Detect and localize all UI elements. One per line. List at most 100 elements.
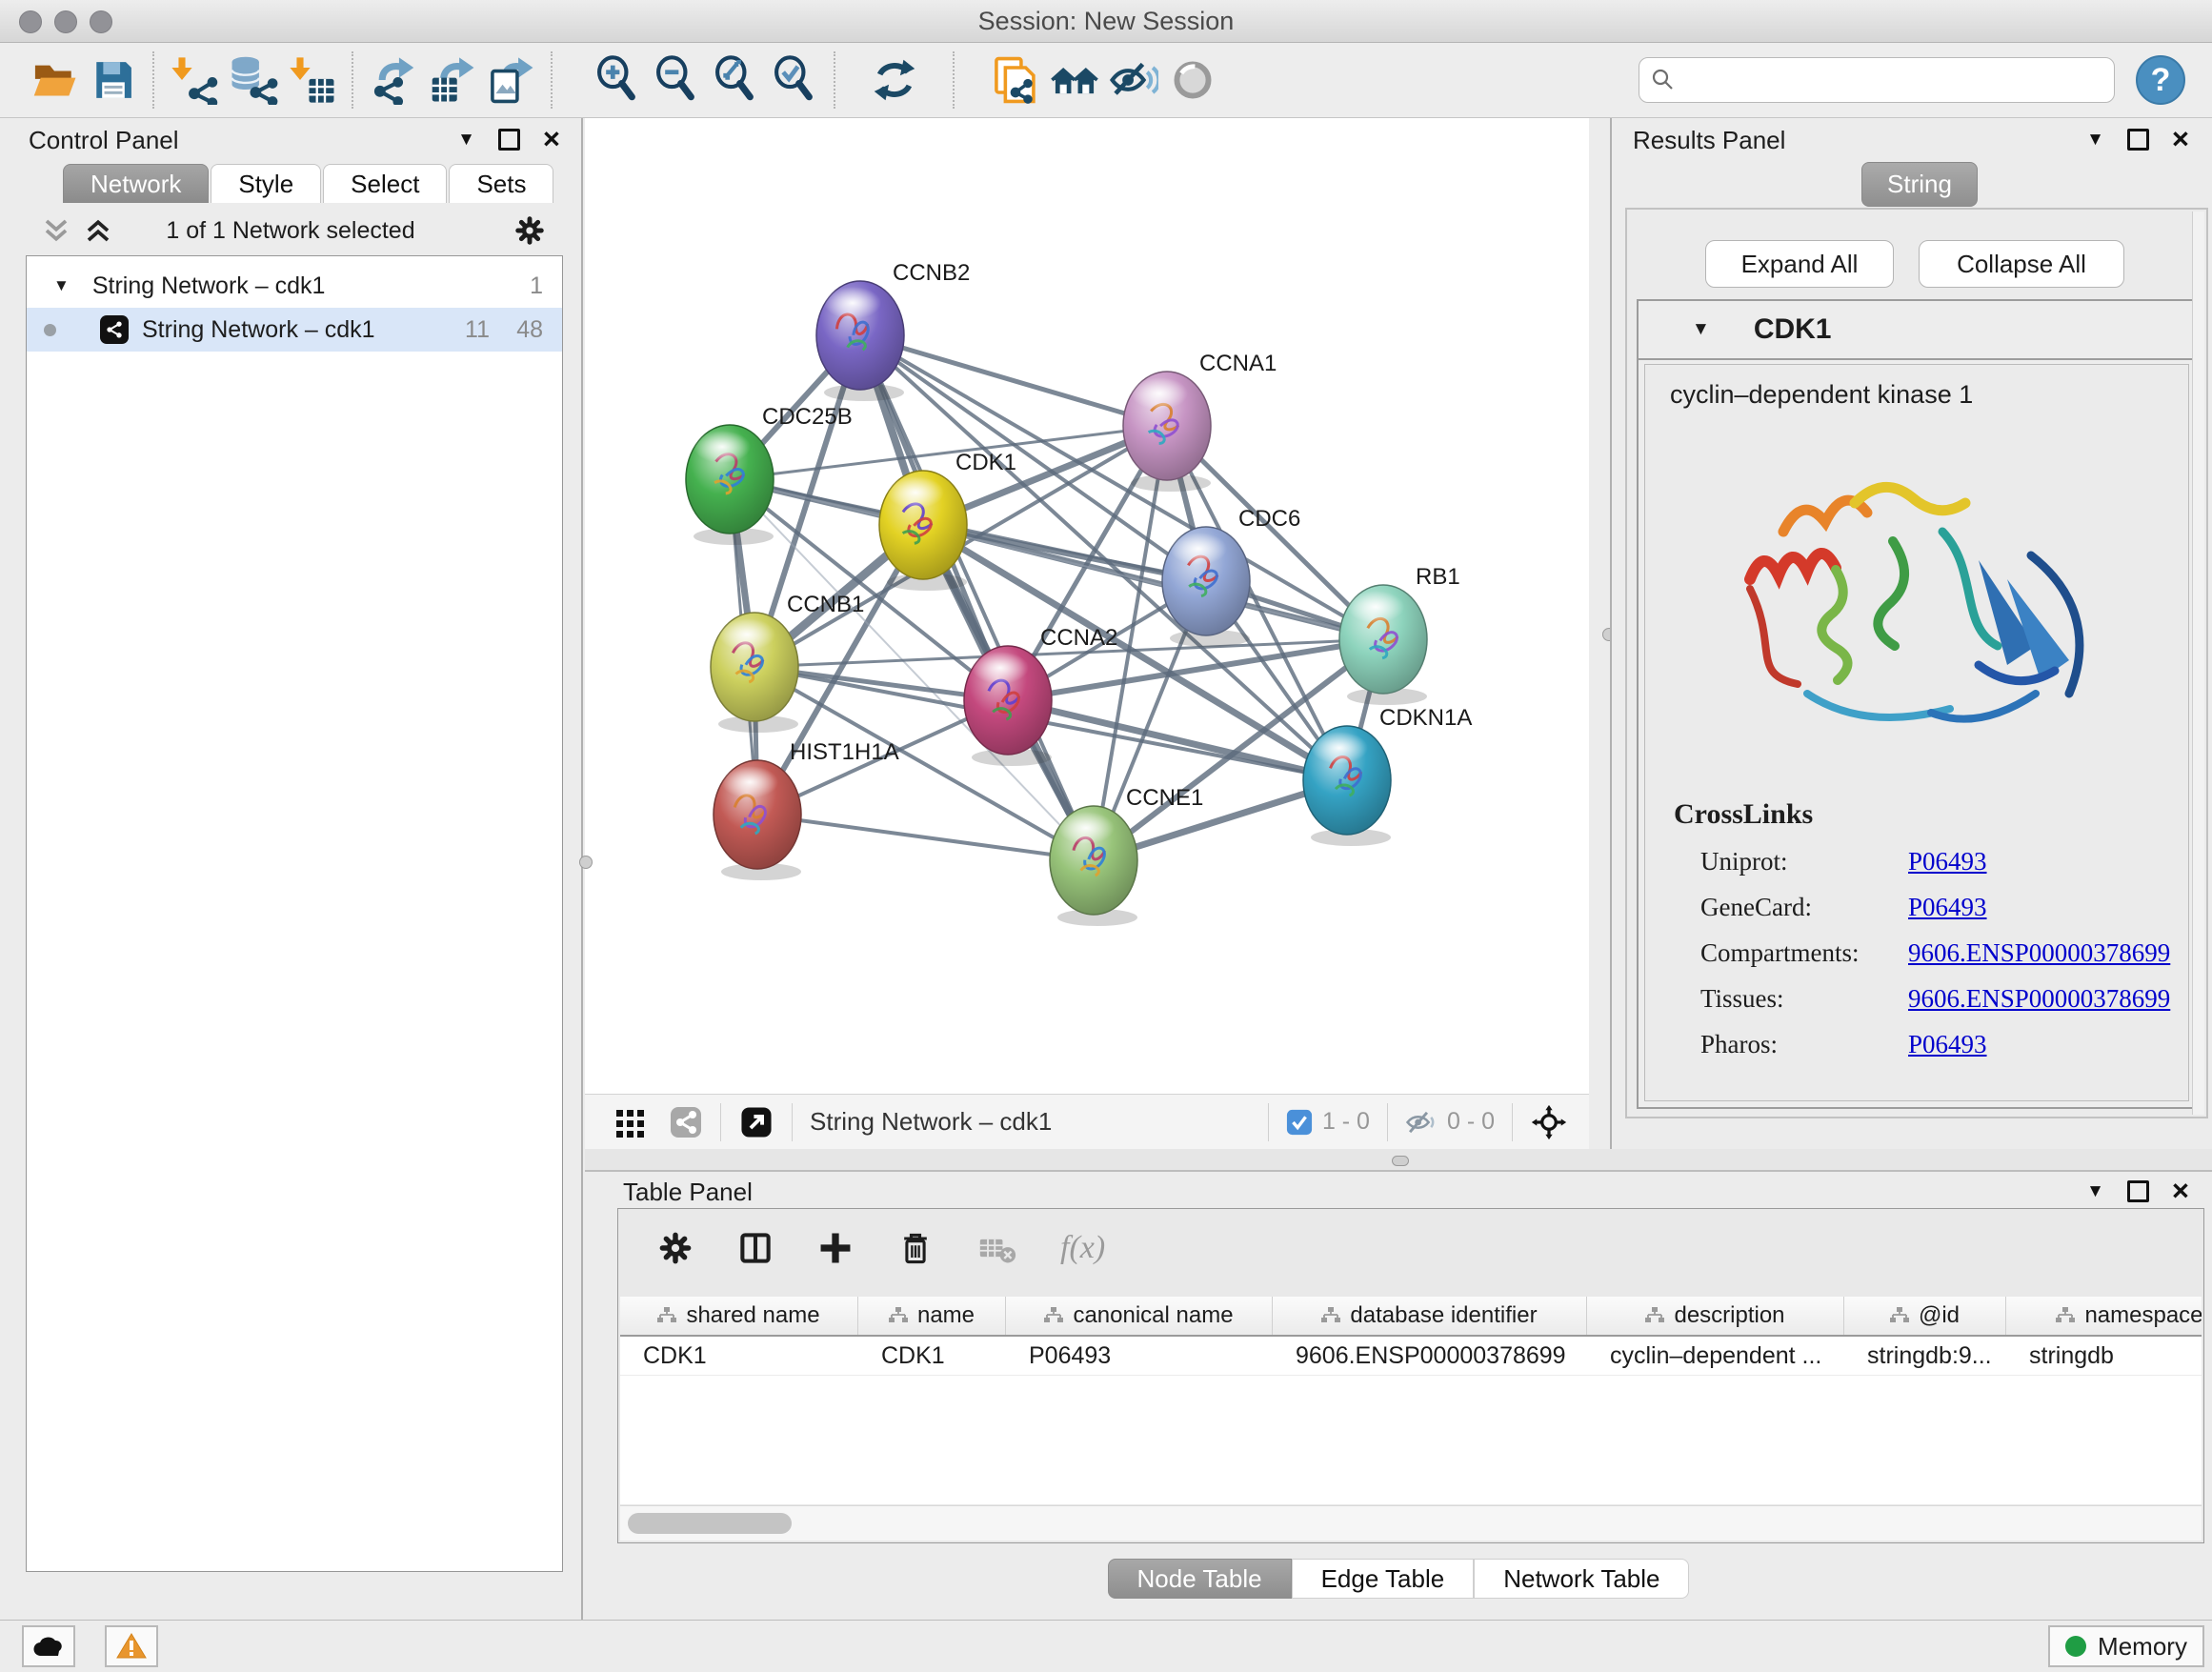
- zoom-in-button[interactable]: [588, 50, 647, 110]
- column-header--id[interactable]: @id: [1844, 1297, 2006, 1335]
- splitter-handle[interactable]: [1392, 1156, 1409, 1166]
- add-column-icon[interactable]: [816, 1229, 855, 1267]
- tab-sets[interactable]: Sets: [449, 164, 553, 203]
- crosshair-icon[interactable]: [1530, 1103, 1568, 1141]
- hide-unhide-button[interactable]: [1104, 50, 1163, 110]
- zoom-selected-button[interactable]: [765, 50, 824, 110]
- gene-section-header[interactable]: ▼ CDK1: [1639, 301, 2195, 360]
- edge-CCNA2-CDKN1A[interactable]: [1008, 700, 1347, 780]
- export-image-button[interactable]: [482, 50, 541, 110]
- share-gray-icon[interactable]: [669, 1105, 703, 1139]
- node-CCNE1[interactable]: [1050, 806, 1137, 926]
- tab-network-table[interactable]: Network Table: [1474, 1559, 1689, 1599]
- table-cell[interactable]: P06493: [1006, 1337, 1273, 1375]
- table-cell[interactable]: stringdb:9...: [1844, 1337, 2006, 1375]
- column-header-namespace[interactable]: namespace: [2006, 1297, 2202, 1335]
- crosslink-link[interactable]: P06493: [1908, 847, 1987, 876]
- panel-float-icon[interactable]: [2127, 1180, 2149, 1202]
- table-cell[interactable]: CDK1: [858, 1337, 1006, 1375]
- string-protein-query-button[interactable]: [1045, 50, 1104, 110]
- view-toolbar-separator: [1512, 1103, 1513, 1141]
- show-all-button[interactable]: [1163, 50, 1222, 110]
- panel-close-icon[interactable]: ×: [543, 128, 560, 151]
- left-splitter-handle[interactable]: [579, 856, 593, 869]
- birdseye-grid-icon[interactable]: [613, 1105, 648, 1139]
- tab-select[interactable]: Select: [323, 164, 447, 203]
- network-canvas[interactable]: CCNB2CCNA1CDC25BCDK1CDC6RB1CCNB1CCNA2CDK…: [585, 118, 1589, 1094]
- import-network-file-button[interactable]: [165, 50, 224, 110]
- panel-close-icon[interactable]: ×: [2172, 128, 2189, 151]
- tab-style[interactable]: Style: [211, 164, 321, 203]
- save-session-button[interactable]: [84, 50, 143, 110]
- crosslink-link[interactable]: 9606.ENSP00000378699: [1908, 938, 2170, 968]
- node-CCNA1[interactable]: [1123, 372, 1211, 492]
- function-builder-icon[interactable]: f(x): [1060, 1230, 1105, 1266]
- scrollbar-thumb[interactable]: [628, 1513, 792, 1534]
- tab-node-table[interactable]: Node Table: [1108, 1559, 1292, 1599]
- search-input[interactable]: [1683, 66, 2102, 94]
- panel-float-icon[interactable]: [2127, 129, 2149, 151]
- node-RB1[interactable]: [1339, 585, 1427, 705]
- column-header-canonical-name[interactable]: canonical name: [1006, 1297, 1273, 1335]
- cloud-button[interactable]: [22, 1625, 75, 1667]
- panel-float-icon[interactable]: [498, 129, 520, 151]
- clone-network-button[interactable]: [986, 50, 1045, 110]
- edge-CCNE1-HIST1H1A[interactable]: [757, 815, 1094, 860]
- panel-menu-icon[interactable]: ▼: [2086, 131, 2104, 149]
- zoom-out-button[interactable]: [647, 50, 706, 110]
- node-CCNB1[interactable]: [711, 613, 798, 733]
- export-table-button[interactable]: [423, 50, 482, 110]
- show-columns-icon[interactable]: [736, 1229, 774, 1267]
- table-cell[interactable]: CDK1: [620, 1337, 858, 1375]
- edge-CCNB2-CCNE1[interactable]: [860, 335, 1094, 860]
- column-header-shared-name[interactable]: shared name: [620, 1297, 858, 1335]
- refresh-view-button[interactable]: [865, 50, 924, 110]
- results-scrollbar[interactable]: [2192, 212, 2204, 1115]
- table-row[interactable]: CDK1CDK1P064939606.ENSP00000378699cyclin…: [620, 1337, 2202, 1376]
- crosslink-link[interactable]: P06493: [1908, 893, 1987, 922]
- node-HIST1H1A[interactable]: [714, 760, 801, 880]
- node-CDC25B[interactable]: [686, 425, 774, 545]
- column-header-name[interactable]: name: [858, 1297, 1006, 1335]
- network-row-selected[interactable]: String Network – cdk1 11 48: [27, 308, 562, 352]
- node-CCNB2[interactable]: [816, 281, 904, 401]
- table-cell[interactable]: cyclin–dependent ...: [1587, 1337, 1844, 1375]
- panel-menu-icon[interactable]: ▼: [457, 131, 475, 149]
- delete-table-icon[interactable]: [976, 1229, 1018, 1267]
- edge-CCNB2-CCNA1[interactable]: [860, 335, 1167, 426]
- collapse-all-button[interactable]: Collapse All: [1919, 240, 2124, 288]
- tab-edge-table[interactable]: Edge Table: [1292, 1559, 1475, 1599]
- gear-icon[interactable]: [513, 213, 547, 248]
- crosslink-link[interactable]: 9606.ENSP00000378699: [1908, 984, 2170, 1014]
- memory-button[interactable]: Memory: [2048, 1625, 2204, 1667]
- node-CDKN1A[interactable]: [1303, 726, 1391, 846]
- table-cell[interactable]: stringdb: [2006, 1337, 2202, 1375]
- toolbar-search[interactable]: [1639, 57, 2115, 103]
- panel-menu-icon[interactable]: ▼: [2086, 1182, 2104, 1200]
- column-header-database-identifier[interactable]: database identifier: [1273, 1297, 1587, 1335]
- open-in-window-icon[interactable]: [738, 1104, 774, 1140]
- open-session-button[interactable]: [25, 50, 84, 110]
- export-network-button[interactable]: [364, 50, 423, 110]
- import-table-file-button[interactable]: [283, 50, 342, 110]
- fit-content-button[interactable]: [706, 50, 765, 110]
- network-collection-row[interactable]: ▼ String Network – cdk1 1: [27, 264, 562, 308]
- tab-network[interactable]: Network: [63, 164, 209, 203]
- import-network-database-button[interactable]: [224, 50, 283, 110]
- node-CDC6[interactable]: [1162, 527, 1250, 647]
- selected-checkbox-icon[interactable]: [1286, 1109, 1313, 1136]
- section-collapse-icon[interactable]: ▼: [1692, 319, 1710, 340]
- results-tab-string[interactable]: String: [1861, 162, 1978, 207]
- table-horizontal-scrollbar[interactable]: [620, 1505, 2202, 1541]
- expand-all-button[interactable]: Expand All: [1705, 240, 1894, 288]
- table-cell[interactable]: 9606.ENSP00000378699: [1273, 1337, 1587, 1375]
- column-header-description[interactable]: description: [1587, 1297, 1844, 1335]
- gear-icon[interactable]: [656, 1229, 694, 1267]
- warning-button[interactable]: [105, 1625, 158, 1667]
- delete-column-icon[interactable]: [896, 1229, 935, 1267]
- crosslink-link[interactable]: P06493: [1908, 1030, 1987, 1059]
- zoom-selected-icon: [770, 55, 819, 105]
- panel-close-icon[interactable]: ×: [2172, 1179, 2189, 1203]
- collection-expand-icon[interactable]: ▼: [53, 276, 70, 295]
- help-button[interactable]: ?: [2136, 55, 2185, 105]
